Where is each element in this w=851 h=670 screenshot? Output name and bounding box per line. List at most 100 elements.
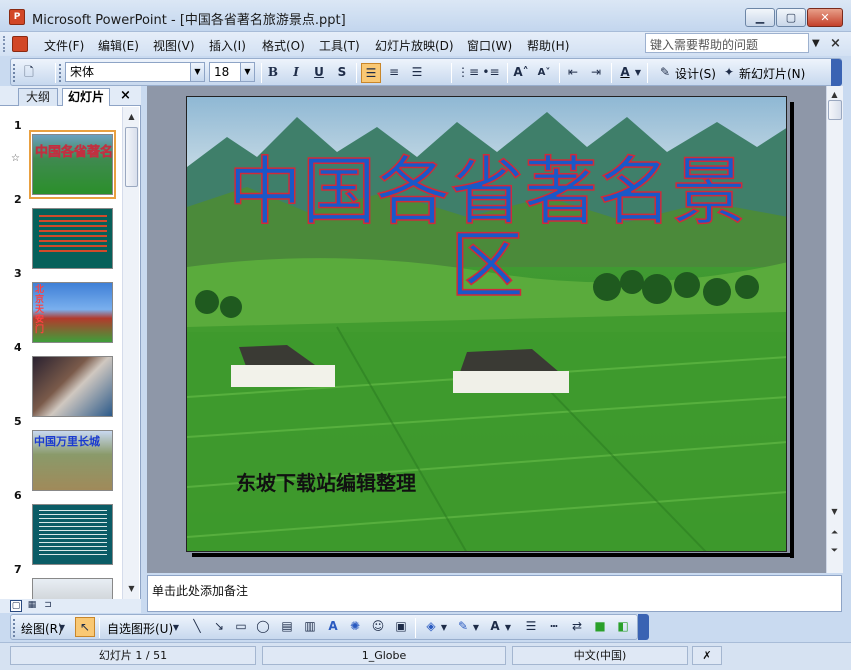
chevron-down-icon[interactable]: ▼ (633, 63, 643, 83)
diagram-icon[interactable]: ✺ (345, 617, 365, 637)
font-color-icon[interactable]: A (485, 617, 505, 637)
underline-button[interactable]: U (309, 63, 329, 83)
chevron-down-icon[interactable]: ▼ (171, 618, 181, 638)
clipart-icon[interactable]: ☺ (368, 617, 388, 637)
arrow-icon[interactable]: ↘ (209, 617, 229, 637)
minimize-button[interactable]: ▁ (745, 8, 775, 27)
toolbar-options-button[interactable] (638, 614, 649, 640)
vertical-textbox-icon[interactable]: ▥ (300, 617, 320, 637)
toolbar-separator (261, 63, 262, 83)
scroll-down-icon[interactable]: ▼ (124, 581, 139, 596)
help-search-input[interactable]: 键入需要帮助的问题 (645, 33, 809, 53)
fill-color-icon[interactable]: ◈ (421, 617, 441, 637)
menu-view[interactable]: 视图(V) (153, 37, 195, 54)
slide-thumbnail-5[interactable]: 中国万里长城 (32, 430, 113, 491)
tab-outline[interactable]: 大纲 (18, 88, 58, 106)
dash-style-icon[interactable]: ┅ (544, 617, 564, 637)
document-close-icon[interactable]: × (830, 36, 841, 51)
slide-thumbnail-4[interactable] (32, 356, 113, 417)
document-icon[interactable] (12, 36, 28, 52)
line-style-icon[interactable]: ☰ (521, 617, 541, 637)
picture-icon[interactable]: ▣ (391, 617, 411, 637)
chevron-down-icon[interactable]: ▼ (503, 618, 513, 638)
slide-thumbnail-2[interactable] (32, 208, 113, 269)
decrease-indent-icon[interactable]: ⇤ (563, 63, 583, 83)
help-dropdown-icon[interactable]: ▼ (812, 38, 820, 49)
slide-subtitle[interactable]: 东坡下载站编辑整理 (236, 467, 416, 496)
new-document-icon[interactable]: 🗋 (19, 63, 39, 83)
toolbar-grip[interactable] (13, 64, 17, 82)
rectangle-icon[interactable]: ▭ (231, 617, 251, 637)
thumbnails-scrollbar[interactable]: ▲ ▼ (122, 107, 139, 599)
chevron-down-icon[interactable]: ▼ (190, 63, 204, 81)
next-slide-icon[interactable]: ⏷ (827, 544, 842, 559)
menu-tools[interactable]: 工具(T) (319, 37, 360, 54)
close-button[interactable]: ✕ (807, 8, 843, 27)
toolbar-grip[interactable] (59, 64, 63, 82)
arrow-style-icon[interactable]: ⇄ (567, 617, 587, 637)
decrease-font-size-icon[interactable]: A˅ (534, 63, 554, 83)
select-objects-icon[interactable]: ↖ (75, 617, 95, 637)
font-name-select[interactable]: 宋体 ▼ (65, 62, 205, 82)
menu-insert[interactable]: 插入(I) (209, 37, 246, 54)
menu-format[interactable]: 格式(O) (262, 37, 305, 54)
slide-scrollbar[interactable]: ▲ ▼ ⏶ ⏷ (826, 86, 843, 573)
shadow-button[interactable]: S (332, 63, 352, 83)
normal-view-icon[interactable]: ▢ (10, 600, 22, 612)
increase-font-size-icon[interactable]: A˄ (511, 63, 531, 83)
italic-button[interactable]: I (286, 63, 306, 83)
increase-indent-icon[interactable]: ⇥ (586, 63, 606, 83)
slide-thumbnail-1[interactable]: 中国各省著名景区 (32, 134, 113, 195)
new-slide-button[interactable]: 新幻灯片(N) (739, 65, 805, 82)
menu-help[interactable]: 帮助(H) (527, 37, 569, 54)
slide-thumbnail-7[interactable] (32, 578, 113, 599)
scrollbar-thumb[interactable] (125, 127, 138, 187)
previous-slide-icon[interactable]: ⏶ (827, 526, 842, 541)
menu-slideshow[interactable]: 幻灯片放映(D) (375, 37, 454, 54)
align-right-icon[interactable]: ☰ (407, 63, 427, 83)
notes-pane[interactable]: 单击此处添加备注 (147, 575, 842, 612)
menu-edit[interactable]: 编辑(E) (98, 37, 139, 54)
new-slide-icon[interactable]: ✦ (719, 63, 739, 83)
font-color-icon[interactable]: A (615, 63, 635, 83)
align-center-icon[interactable]: ≡ (384, 63, 404, 83)
autoshapes-menu-button[interactable]: 自选图形(U) (107, 620, 173, 637)
chevron-down-icon[interactable]: ▼ (240, 63, 254, 81)
scroll-up-icon[interactable]: ▲ (124, 109, 139, 124)
scroll-down-icon[interactable]: ▼ (827, 504, 842, 519)
menu-file[interactable]: 文件(F) (44, 37, 84, 54)
current-slide[interactable]: 中国各省著名景区 东坡下载站编辑整理 (186, 96, 787, 552)
oval-icon[interactable]: ◯ (253, 617, 273, 637)
design-icon[interactable]: ✎ (655, 63, 675, 83)
bulleted-list-icon[interactable]: •≡ (481, 63, 501, 83)
font-size-select[interactable]: 18 ▼ (209, 62, 255, 82)
toolbar-options-button[interactable] (831, 59, 842, 86)
numbered-list-icon[interactable]: ⋮≡ (457, 63, 479, 83)
textbox-icon[interactable]: ▤ (277, 617, 297, 637)
menu-window[interactable]: 窗口(W) (467, 37, 512, 54)
slide-title[interactable]: 中国各省著名景区 (197, 154, 777, 304)
3d-style-icon[interactable]: ◧ (613, 617, 633, 637)
line-color-icon[interactable]: ✎ (453, 617, 473, 637)
wordart-icon[interactable]: A (323, 617, 343, 637)
spelling-check-icon[interactable]: ✗ (692, 646, 722, 665)
design-button[interactable]: 设计(S) (675, 65, 716, 82)
chevron-down-icon[interactable]: ▼ (439, 618, 449, 638)
tab-slides[interactable]: 幻灯片 (62, 88, 110, 106)
toolbar-grip[interactable] (3, 36, 7, 52)
toolbar-grip[interactable] (13, 619, 17, 637)
shadow-style-icon[interactable]: ■ (590, 617, 610, 637)
align-left-icon[interactable]: ☰ (361, 63, 381, 83)
chevron-down-icon[interactable]: ▼ (471, 618, 481, 638)
slide-thumbnail-3[interactable]: 北京天安门 (32, 282, 113, 343)
chevron-down-icon[interactable]: ▼ (57, 618, 67, 638)
close-icon[interactable]: × (120, 88, 131, 103)
maximize-button[interactable]: ▢ (776, 8, 806, 27)
slideshow-view-icon[interactable]: ⊐ (42, 600, 54, 612)
scrollbar-thumb[interactable] (828, 100, 842, 120)
powerpoint-app-icon[interactable]: P (9, 9, 25, 25)
line-icon[interactable]: ╲ (187, 617, 207, 637)
bold-button[interactable]: B (263, 63, 283, 83)
slide-sorter-view-icon[interactable]: ▦ (26, 600, 38, 612)
slide-thumbnail-6[interactable] (32, 504, 113, 565)
